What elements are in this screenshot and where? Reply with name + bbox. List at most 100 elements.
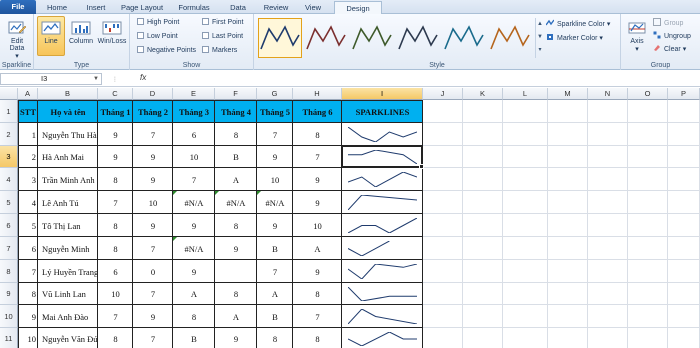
score-cell[interactable]: 8 — [293, 283, 342, 305]
sparkline[interactable] — [348, 309, 417, 324]
score-cell[interactable]: 9 — [293, 260, 342, 283]
sparkline[interactable] — [348, 150, 417, 164]
tab-formulas[interactable]: Formulas — [170, 1, 218, 14]
score-cell[interactable]: 7 — [98, 305, 133, 328]
tab-page-layout[interactable]: Page Layout — [116, 1, 168, 14]
row-number-cell[interactable]: 8 — [18, 283, 38, 305]
name-cell[interactable]: Nguyễn Văn Đức — [38, 328, 98, 348]
row-header-9[interactable]: 9 — [0, 283, 18, 305]
markers-checkbox[interactable]: Markers — [202, 46, 237, 56]
name-cell[interactable]: Nguyễn Minh — [38, 237, 98, 260]
sparkline[interactable] — [348, 287, 417, 301]
sparkline[interactable] — [348, 264, 417, 279]
column-type-button[interactable]: Column — [67, 16, 95, 56]
score-cell[interactable]: 6 — [173, 123, 215, 146]
tab-file[interactable]: File — [0, 0, 36, 14]
sparkline[interactable] — [348, 218, 417, 233]
table-header-cell[interactable]: Họ và tên — [38, 100, 98, 123]
score-cell[interactable]: B — [257, 305, 293, 328]
name-cell[interactable]: Tô Thị Lan — [38, 214, 98, 237]
score-cell[interactable]: 9 — [173, 260, 215, 283]
score-cell[interactable]: 8 — [215, 123, 257, 146]
score-cell[interactable]: B — [215, 146, 257, 168]
tab-data[interactable]: Data — [220, 1, 256, 14]
negative-points-checkbox[interactable]: Negative Points — [137, 46, 196, 56]
table-header-cell[interactable]: Tháng 5 — [257, 100, 293, 123]
row-header-3[interactable]: 3 — [0, 146, 18, 168]
sparkline[interactable] — [348, 241, 417, 256]
score-cell[interactable]: 8 — [98, 214, 133, 237]
name-box[interactable]: I3 ▼ — [0, 73, 102, 85]
score-cell[interactable]: 7 — [173, 168, 215, 191]
score-cell[interactable]: 7 — [293, 305, 342, 328]
column-header-d[interactable]: D — [133, 88, 173, 100]
score-cell[interactable]: A — [257, 283, 293, 305]
gallery-up-icon[interactable]: ▲ — [536, 18, 544, 31]
row-number-cell[interactable]: 4 — [18, 191, 38, 214]
table-header-cell[interactable]: Tháng 6 — [293, 100, 342, 123]
line-type-button[interactable]: Line — [37, 16, 65, 56]
score-cell[interactable]: 9 — [215, 237, 257, 260]
row-number-cell[interactable]: 9 — [18, 305, 38, 328]
name-cell[interactable]: Vũ Linh Lan — [38, 283, 98, 305]
row-header-7[interactable]: 7 — [0, 237, 18, 260]
score-cell[interactable]: A — [215, 305, 257, 328]
table-header-cell[interactable]: STT — [18, 100, 38, 123]
table-header-cell[interactable]: Tháng 4 — [215, 100, 257, 123]
score-cell[interactable]: 0 — [133, 260, 173, 283]
column-header-e[interactable]: E — [173, 88, 215, 100]
score-cell[interactable]: 7 — [257, 260, 293, 283]
low-point-checkbox[interactable]: Low Point — [137, 32, 178, 42]
row-number-cell[interactable]: 2 — [18, 146, 38, 168]
group-button[interactable]: Group — [653, 18, 683, 29]
name-cell[interactable]: Trần Minh Anh — [38, 168, 98, 191]
score-cell[interactable]: A — [293, 237, 342, 260]
row-header-6[interactable]: 6 — [0, 214, 18, 237]
score-cell[interactable]: 9 — [293, 191, 342, 214]
score-cell[interactable]: 9 — [133, 146, 173, 168]
high-point-checkbox[interactable]: High Point — [137, 18, 179, 28]
score-cell[interactable]: #N/A — [257, 191, 293, 214]
row-header-4[interactable]: 4 — [0, 168, 18, 191]
score-cell[interactable]: #N/A — [173, 237, 215, 260]
tab-review[interactable]: Review — [256, 1, 296, 14]
score-cell[interactable]: 9 — [257, 146, 293, 168]
score-cell[interactable]: 8 — [98, 328, 133, 348]
sparkline-style-option[interactable] — [488, 18, 532, 58]
column-header-f[interactable]: F — [215, 88, 257, 100]
score-cell[interactable]: 9 — [215, 328, 257, 348]
ungroup-button[interactable]: Ungroup — [653, 31, 691, 42]
score-cell[interactable]: 10 — [257, 168, 293, 191]
table-header-cell[interactable]: SPARKLINES — [342, 100, 423, 123]
table-header-cell[interactable]: Tháng 2 — [133, 100, 173, 123]
score-cell[interactable]: B — [173, 328, 215, 348]
sparkline-color-button[interactable]: Sparkline Color ▾ — [546, 19, 610, 30]
row-header-2[interactable]: 2 — [0, 123, 18, 146]
score-cell[interactable]: 9 — [98, 146, 133, 168]
score-cell[interactable]: 8 — [98, 168, 133, 191]
row-header-11[interactable]: 11 — [0, 328, 18, 348]
row-number-cell[interactable]: 1 — [18, 123, 38, 146]
column-header-i[interactable]: I — [342, 88, 423, 100]
score-cell[interactable]: A — [215, 168, 257, 191]
score-cell[interactable]: 7 — [257, 123, 293, 146]
row-header-8[interactable]: 8 — [0, 260, 18, 283]
sparkline[interactable] — [348, 127, 417, 142]
tab-design[interactable]: Design — [334, 1, 382, 14]
score-cell[interactable]: 10 — [173, 146, 215, 168]
score-cell[interactable]: 8 — [293, 123, 342, 146]
score-cell[interactable]: B — [257, 237, 293, 260]
edit-data-button[interactable]: Edit Data ▾ — [2, 16, 32, 60]
tab-view[interactable]: View — [296, 1, 330, 14]
name-cell[interactable]: Hà Anh Mai — [38, 146, 98, 168]
score-cell[interactable] — [215, 260, 257, 283]
row-header-1[interactable]: 1 — [0, 100, 18, 123]
sparkline-style-option[interactable] — [258, 18, 302, 58]
score-cell[interactable]: A — [173, 283, 215, 305]
score-cell[interactable]: 9 — [173, 214, 215, 237]
score-cell[interactable]: 9 — [257, 214, 293, 237]
row-number-cell[interactable]: 5 — [18, 214, 38, 237]
column-header-l[interactable]: L — [503, 88, 548, 100]
score-cell[interactable]: 7 — [98, 191, 133, 214]
column-header-o[interactable]: O — [628, 88, 668, 100]
